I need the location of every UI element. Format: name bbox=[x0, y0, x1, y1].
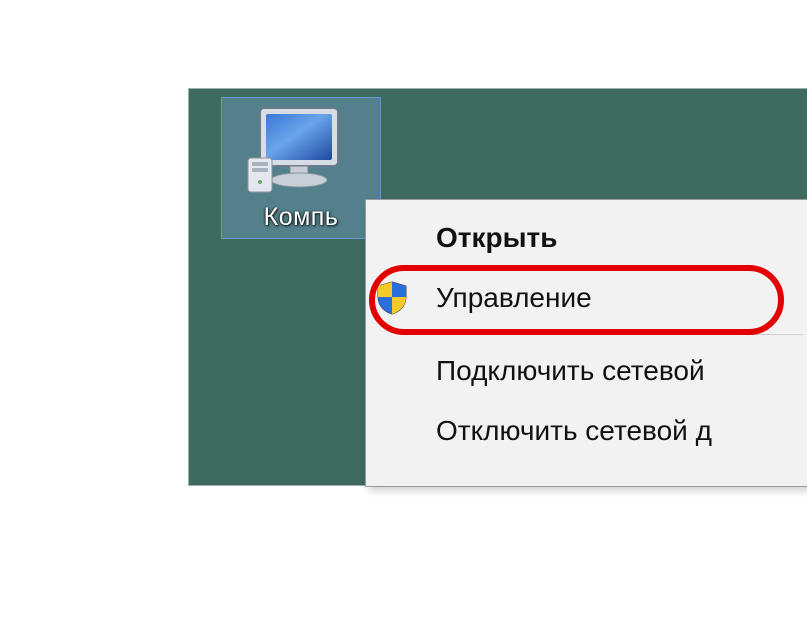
menu-item-label: Открыть bbox=[436, 222, 557, 254]
menu-item-label: Подключить сетевой bbox=[436, 355, 705, 387]
menu-item-open[interactable]: Открыть bbox=[366, 208, 807, 268]
menu-item-map-drive[interactable]: Подключить сетевой bbox=[366, 341, 807, 401]
computer-icon bbox=[246, 104, 356, 199]
context-menu: Открыть Управление Подк bbox=[365, 199, 807, 487]
uac-shield-icon bbox=[376, 281, 408, 315]
desktop-icon-label: Компь bbox=[222, 203, 380, 232]
desktop-icon-computer[interactable]: Компь bbox=[221, 97, 381, 239]
menu-item-disconnect-drive[interactable]: Отключить сетевой д bbox=[366, 401, 807, 461]
menu-item-label: Отключить сетевой д bbox=[436, 415, 712, 447]
menu-item-manage[interactable]: Управление bbox=[366, 268, 807, 328]
viewport: Компь Открыть Управлен bbox=[0, 0, 807, 625]
menu-separator bbox=[370, 334, 803, 335]
desktop[interactable]: Компь Открыть Управлен bbox=[188, 88, 807, 486]
menu-item-label: Управление bbox=[436, 282, 592, 314]
